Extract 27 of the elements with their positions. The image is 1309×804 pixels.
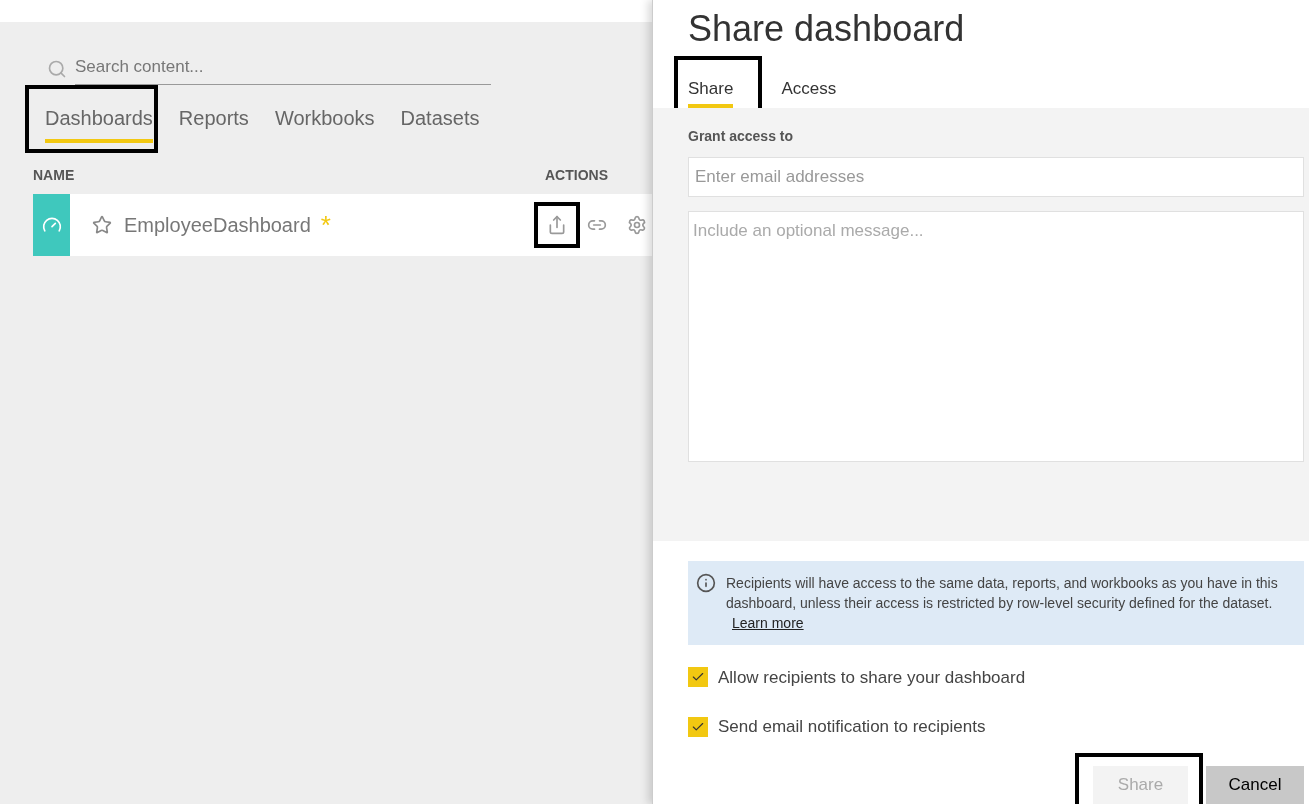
new-marker: * xyxy=(320,211,331,238)
nav-tab[interactable]: Workbooks xyxy=(274,102,375,143)
settings-icon[interactable] xyxy=(626,213,648,236)
dialog-title: Share dashboard xyxy=(688,7,966,51)
info-text: Recipients will have access to the same data, reports, and workbooks as you have in this dashboard, unless their access is restricted by row-level security defined for the dataset. Learn more xyxy=(726,573,1279,633)
search-field[interactable]: Search content... xyxy=(75,54,491,85)
column-header: ACTIONS xyxy=(545,165,608,185)
grant-access-label: Grant access to xyxy=(688,126,795,146)
cancel-button[interactable]: Cancel xyxy=(1206,766,1304,804)
info-icon xyxy=(696,572,716,593)
star-icon[interactable] xyxy=(92,214,112,235)
dialog-tab[interactable]: Access xyxy=(781,76,837,108)
email-field[interactable]: Enter email addresses xyxy=(688,156,1304,197)
learn-more-link[interactable]: Learn more xyxy=(732,614,804,631)
checkbox[interactable] xyxy=(688,716,708,737)
checkbox[interactable] xyxy=(688,667,708,688)
option-label: Allow recipients to share your dashboard xyxy=(718,666,1026,689)
nav-tab[interactable]: Reports xyxy=(178,102,249,143)
search-icon xyxy=(47,59,67,80)
table-row[interactable]: EmployeeDashboard * xyxy=(33,193,652,256)
nav-tab[interactable]: Dashboards xyxy=(45,102,153,143)
column-header: NAME xyxy=(33,165,75,185)
option-label: Send email notification to recipients xyxy=(718,716,986,738)
nav-tab[interactable]: Datasets xyxy=(400,102,480,143)
message-field[interactable]: Include an optional message... xyxy=(688,210,1304,462)
dashboard-name[interactable]: EmployeeDashboard xyxy=(124,209,311,240)
dashboard-tile-icon xyxy=(33,193,70,256)
